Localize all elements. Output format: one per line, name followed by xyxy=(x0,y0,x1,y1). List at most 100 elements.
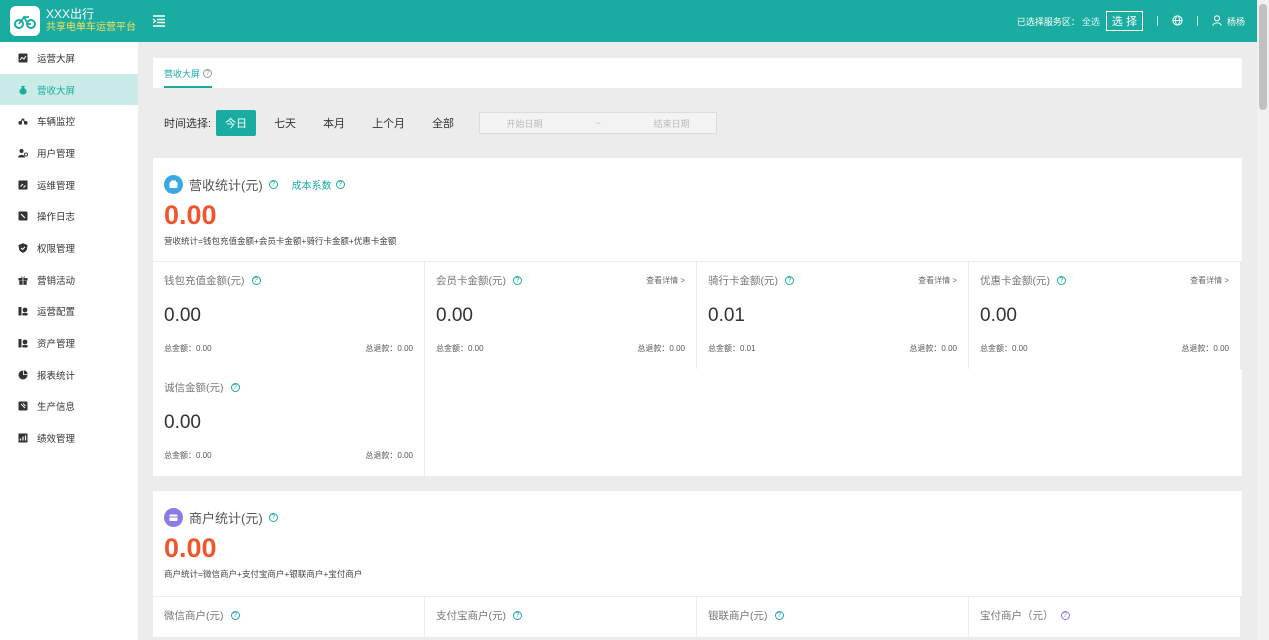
sidebar-item-label: 营销活动 xyxy=(37,275,76,287)
pie-icon xyxy=(18,370,28,380)
end-date-input[interactable]: 结束日期 xyxy=(654,117,690,130)
merchant-title: 商户统计(元) xyxy=(189,511,263,526)
card-refund: 总退款：0.00 xyxy=(909,344,957,353)
view-details-link[interactable]: 查看详情 > xyxy=(1190,275,1229,286)
help-icon[interactable]: ? xyxy=(230,383,240,392)
sidebar-item-label: 报表统计 xyxy=(37,370,76,382)
sidebar-item-ops-config[interactable]: 运营配置 xyxy=(0,296,138,328)
tab-label: 营收大屏 xyxy=(164,69,201,79)
stat-card-baofu-merchant: 宝付商户（元）? xyxy=(969,597,1240,637)
select-area-button[interactable]: 选 择 xyxy=(1105,11,1143,31)
tab-revenue-screen[interactable]: 营收大屏 ? xyxy=(164,67,213,88)
card-title: 支付宝商户(元) xyxy=(436,610,506,622)
globe-icon[interactable] xyxy=(1172,14,1183,28)
time-option-this-month[interactable]: 本月 xyxy=(314,110,354,136)
user-menu[interactable]: 杨杨 xyxy=(1212,14,1245,28)
sidebar-item-label: 操作日志 xyxy=(37,212,76,224)
start-date-input[interactable]: 开始日期 xyxy=(507,117,543,130)
brand-subtitle: 共享电单车运营平台 xyxy=(46,22,136,33)
sidebar-item-ops-screen[interactable]: 运营大屏 xyxy=(0,42,138,74)
help-icon[interactable]: ? xyxy=(335,180,345,189)
top-right-area: 已选择服务区： 全选 选 择 杨杨 xyxy=(1017,0,1245,42)
sidebar-item-maintenance[interactable]: 运维管理 xyxy=(0,169,138,201)
sidebar-item-label: 运维管理 xyxy=(37,180,76,192)
sidebar-item-operation-log[interactable]: 操作日志 xyxy=(0,200,138,232)
stat-card-riding: 骑行卡金额(元)? 查看详情 > 0.01 总金额：0.01 总退款：0.00 xyxy=(697,262,968,369)
page-scrollbar[interactable] xyxy=(1257,0,1269,640)
view-details-link[interactable]: 查看详情 > xyxy=(646,275,685,286)
money-bag-icon xyxy=(18,85,28,95)
cost-coefficient-link[interactable]: 成本系数 ? xyxy=(292,177,345,192)
help-icon[interactable]: ? xyxy=(230,611,240,620)
top-bar: XXX出行 共享电单车运营平台 已选择服务区： 全选 选 择 杨杨 xyxy=(0,0,1257,42)
date-separator: ~ xyxy=(595,118,601,128)
revenue-cards: 钱包充值金额(元)? 0.00 总金额：0.00 总退款：0.00 会员卡金额(元… xyxy=(153,261,1242,369)
card-value: 0.00 xyxy=(164,305,201,326)
card-title: 诚信金额(元) xyxy=(164,382,224,394)
menu-toggle-icon[interactable] xyxy=(152,14,166,28)
production-icon xyxy=(18,401,28,411)
sidebar-item-assets[interactable]: 资产管理 xyxy=(0,327,138,359)
help-icon[interactable]: ? xyxy=(1060,611,1070,620)
sidebar-item-production[interactable]: 生产信息 xyxy=(0,391,138,423)
stat-card-unionpay-merchant: 银联商户(元)? xyxy=(697,597,968,637)
card-refund: 总退款：0.00 xyxy=(365,451,413,460)
empty-card-area xyxy=(425,369,1242,476)
stat-card-alipay-merchant: 支付宝商户(元)? xyxy=(425,597,696,637)
performance-icon xyxy=(18,433,28,443)
scrollbar-thumb[interactable] xyxy=(1259,4,1267,110)
card-title: 钱包充值金额(元) xyxy=(164,275,245,287)
time-option-last-month[interactable]: 上个月 xyxy=(363,110,414,136)
card-value: 0.00 xyxy=(980,305,1017,326)
card-total: 总金额：0.00 xyxy=(436,344,484,353)
revenue-title: 营收统计(元) xyxy=(189,178,263,193)
time-option-today[interactable]: 今日 xyxy=(216,110,257,136)
merchant-formula: 商户统计=微信商户+支付宝商户+银联商户+宝付商户 xyxy=(164,569,363,579)
sidebar-item-revenue-screen[interactable]: 营收大屏 xyxy=(0,73,138,106)
time-option-seven-days[interactable]: 七天 xyxy=(265,110,305,136)
card-refund: 总退款：0.00 xyxy=(1181,344,1229,353)
help-icon[interactable]: ? xyxy=(513,611,522,620)
stat-card-wechat-merchant: 微信商户(元)? xyxy=(153,597,424,637)
cost-link-label: 成本系数 xyxy=(291,181,332,192)
sidebar-item-label: 用户管理 xyxy=(37,148,76,160)
help-icon[interactable]: ? xyxy=(203,69,213,78)
card-total: 总金额：0.00 xyxy=(164,451,212,460)
date-range-picker[interactable]: 开始日期 ~ 结束日期 xyxy=(479,112,718,134)
card-title: 骑行卡金额(元) xyxy=(708,275,778,287)
help-icon[interactable]: ? xyxy=(774,611,784,620)
card-value: 0.00 xyxy=(436,305,473,326)
card-value: 0.01 xyxy=(708,305,745,326)
sidebar-item-vehicle-monitor[interactable]: 车辆监控 xyxy=(0,105,138,137)
time-option-all[interactable]: 全部 xyxy=(423,110,463,136)
help-icon[interactable]: ? xyxy=(1057,276,1066,285)
revenue-panel: 营收统计(元) ? 成本系数 ? 0.00 营收统计=钱包充值金额+会员卡金额+… xyxy=(153,158,1242,476)
sidebar-item-label: 生产信息 xyxy=(37,402,76,414)
stat-card-discount: 优惠卡金额(元)? 查看详情 > 0.00 总金额：0.00 总退款：0.00 xyxy=(969,262,1240,369)
sidebar-item-user-management[interactable]: 用户管理 xyxy=(0,137,138,169)
help-icon[interactable]: ? xyxy=(268,180,278,189)
help-icon[interactable]: ? xyxy=(513,276,522,285)
sidebar-item-performance[interactable]: 绩效管理 xyxy=(0,422,138,454)
shield-icon xyxy=(18,243,28,253)
help-icon[interactable]: ? xyxy=(268,513,278,522)
card-title: 银联商户(元) xyxy=(708,610,768,622)
sidebar-item-permissions[interactable]: 权限管理 xyxy=(0,232,138,264)
brand-name: XXX出行 xyxy=(46,7,95,21)
view-details-link[interactable]: 查看详情 > xyxy=(918,275,957,286)
user-icon xyxy=(1212,14,1222,28)
merchant-total: 0.00 xyxy=(164,533,217,563)
service-area-value: 全选 xyxy=(1081,16,1100,27)
sidebar-item-label: 绩效管理 xyxy=(37,434,76,446)
card-refund: 总退款：0.00 xyxy=(637,344,685,353)
help-icon[interactable]: ? xyxy=(251,276,261,285)
brand[interactable]: XXX出行 共享电单车运营平台 xyxy=(0,0,138,42)
help-icon[interactable]: ? xyxy=(785,276,794,285)
sidebar-item-reports[interactable]: 报表统计 xyxy=(0,359,138,391)
revenue-formula: 营收统计=钱包充值金额+会员卡金额+骑行卡金额+优惠卡金额 xyxy=(164,236,397,246)
stat-card-membership: 会员卡金额(元)? 查看详情 > 0.00 总金额：0.00 总退款：0.00 xyxy=(425,262,696,369)
sidebar-item-label: 运营大屏 xyxy=(37,53,76,65)
stat-card-deposit: 诚信金额(元)? 0.00 总金额：0.00 总退款：0.00 xyxy=(153,369,424,476)
card-refund: 总退款：0.00 xyxy=(365,344,413,353)
sidebar-item-marketing[interactable]: 营销活动 xyxy=(0,264,138,296)
